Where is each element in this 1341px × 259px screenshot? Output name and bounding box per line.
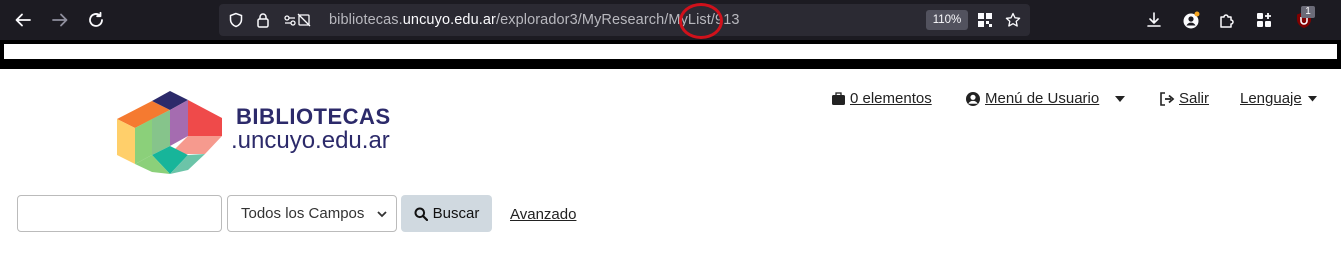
site-logo[interactable]	[115, 82, 225, 178]
brand-subtitle: .uncuyo.edu.ar	[231, 127, 390, 154]
chevron-down-icon	[377, 211, 387, 218]
user-circle-icon	[966, 91, 980, 106]
advanced-search-link[interactable]: Avanzado	[510, 206, 576, 223]
bookmarks-bar-blank	[4, 44, 1337, 59]
caret-down-icon	[1307, 95, 1317, 101]
browser-toolbar: bibliotecas.uncuyo.edu.ar/explorador3/My…	[0, 0, 1341, 40]
url-bar[interactable]: bibliotecas.uncuyo.edu.ar/explorador3/My…	[219, 4, 1030, 36]
caret-down-icon[interactable]	[1115, 95, 1126, 102]
url-text[interactable]: bibliotecas.uncuyo.edu.ar/explorador3/My…	[329, 12, 740, 28]
search-icon	[414, 207, 428, 221]
bookmarks-bar	[0, 40, 1341, 69]
notification-badge: 1	[1301, 6, 1315, 18]
addon-icon[interactable]	[1250, 6, 1278, 34]
bookmark-star-icon[interactable]	[1005, 12, 1021, 28]
lock-icon[interactable]	[255, 12, 271, 28]
search-button-label: Buscar	[432, 205, 480, 222]
logout-link[interactable]: Salir	[1159, 90, 1209, 107]
search-field-select[interactable]: Todos los Campos	[227, 195, 397, 232]
forward-icon[interactable]	[46, 6, 74, 34]
briefcase-icon	[832, 91, 845, 105]
logout-label[interactable]: Salir	[1179, 90, 1209, 107]
back-icon[interactable]	[9, 6, 37, 34]
language-label[interactable]: Lenguaje	[1240, 90, 1302, 107]
extensions-puzzle-icon[interactable]	[1213, 6, 1241, 34]
permissions-icon[interactable]	[283, 12, 311, 28]
reload-icon[interactable]	[82, 6, 110, 34]
cart-label[interactable]: 0 elementos	[850, 90, 932, 107]
search-button[interactable]: Buscar	[401, 195, 492, 232]
annotation-circle	[679, 3, 723, 39]
zoom-level[interactable]: 110%	[926, 10, 968, 30]
language-link[interactable]: Lenguaje	[1240, 90, 1321, 107]
user-menu-link[interactable]: Menú de Usuario	[965, 90, 1129, 107]
search-input[interactable]	[17, 195, 222, 232]
cart-link[interactable]: 0 elementos	[831, 90, 932, 107]
sign-out-icon	[1160, 91, 1175, 106]
download-icon[interactable]	[1140, 6, 1168, 34]
shield-icon[interactable]	[228, 12, 244, 28]
extensions-grid-icon[interactable]	[977, 12, 993, 28]
search-field-selected: Todos los Campos	[241, 205, 365, 222]
user-menu-label[interactable]: Menú de Usuario	[985, 90, 1099, 107]
account-icon[interactable]	[1177, 6, 1205, 34]
